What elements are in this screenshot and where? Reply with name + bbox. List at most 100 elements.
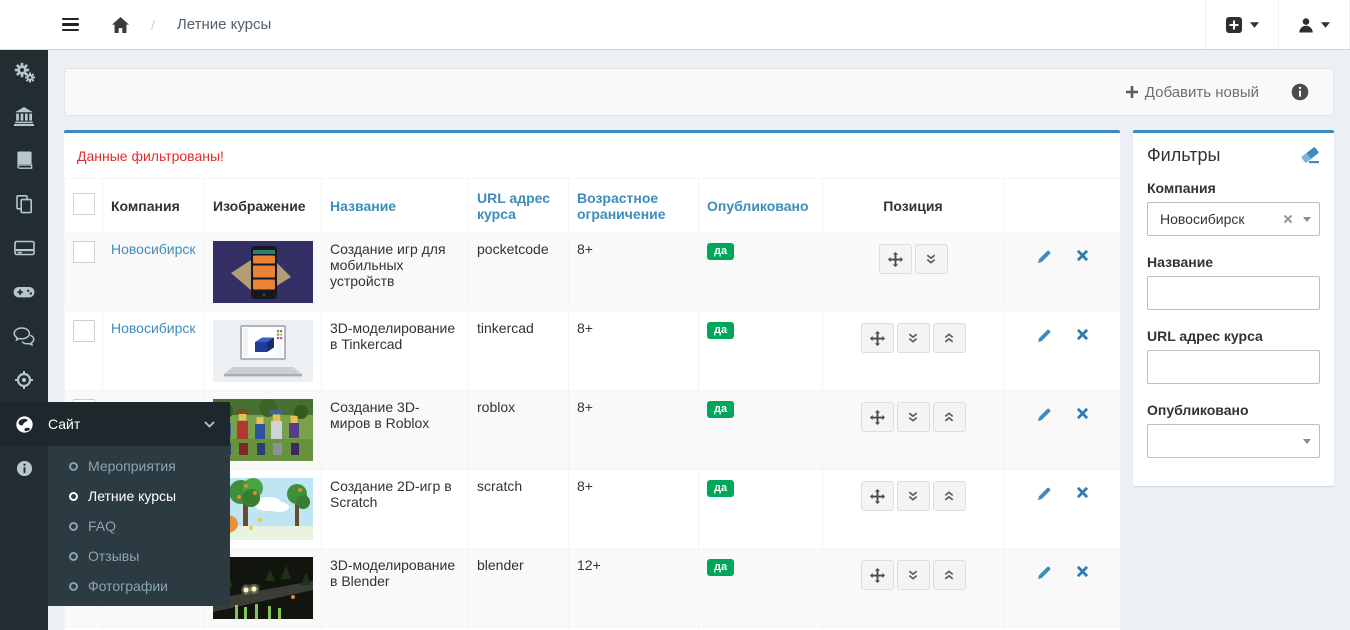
quick-add-dropdown[interactable] bbox=[1205, 0, 1278, 49]
delete-button[interactable] bbox=[1076, 407, 1089, 423]
sidebar-item-cogs[interactable] bbox=[0, 50, 48, 94]
edit-button[interactable] bbox=[1036, 249, 1052, 265]
column-title-sort[interactable]: Название bbox=[322, 179, 469, 233]
company-link[interactable]: Новосибирск bbox=[111, 241, 196, 257]
sidebar-toggle-button[interactable] bbox=[48, 0, 92, 49]
sidebar-item-credit-card[interactable] bbox=[0, 226, 48, 270]
row-checkbox[interactable] bbox=[73, 241, 95, 263]
column-actions bbox=[1004, 179, 1121, 233]
circle-icon bbox=[69, 492, 78, 501]
course-age: 8+ bbox=[569, 470, 699, 549]
info-button[interactable] bbox=[1291, 83, 1309, 101]
circle-icon bbox=[69, 582, 78, 591]
comments-icon bbox=[13, 327, 35, 346]
move-up-button[interactable] bbox=[933, 481, 966, 511]
move-up-button[interactable] bbox=[933, 323, 966, 353]
row-checkbox[interactable] bbox=[73, 320, 95, 342]
published-badge: да bbox=[707, 243, 734, 260]
course-url: pocketcode bbox=[469, 233, 569, 312]
course-title: Создание 3D-миров в Roblox bbox=[322, 391, 469, 470]
column-published-sort[interactable]: Опубликовано bbox=[699, 179, 823, 233]
move-down-button[interactable] bbox=[897, 481, 930, 511]
delete-button[interactable] bbox=[1076, 486, 1089, 502]
column-image: Изображение bbox=[205, 179, 322, 233]
submenu-item-faq[interactable]: FAQ bbox=[48, 511, 230, 541]
move-button[interactable] bbox=[861, 560, 894, 590]
edit-button[interactable] bbox=[1036, 486, 1052, 502]
cogs-icon bbox=[14, 62, 35, 83]
top-navbar: / Летние курсы bbox=[0, 0, 1350, 50]
move-up-button[interactable] bbox=[933, 560, 966, 590]
delete-button[interactable] bbox=[1076, 565, 1089, 581]
sidebar-item-info[interactable] bbox=[0, 446, 48, 490]
filter-name-input[interactable] bbox=[1156, 277, 1311, 309]
filter-published-select[interactable] bbox=[1147, 424, 1320, 458]
hamburger-icon bbox=[62, 18, 79, 21]
submenu-item-events[interactable]: Мероприятия bbox=[48, 451, 230, 481]
filter-url-label: URL адрес курса bbox=[1147, 328, 1320, 344]
clear-selection-icon[interactable] bbox=[1283, 212, 1293, 227]
filter-company-value: Новосибирск bbox=[1156, 211, 1283, 227]
course-url: roblox bbox=[469, 391, 569, 470]
move-button[interactable] bbox=[861, 402, 894, 432]
edit-button[interactable] bbox=[1036, 328, 1052, 344]
column-url-sort[interactable]: URL адрес курса bbox=[469, 179, 569, 233]
company-link[interactable]: Новосибирск bbox=[111, 320, 196, 336]
course-age: 12+ bbox=[569, 549, 699, 628]
published-badge: да bbox=[707, 480, 734, 497]
course-url: blender bbox=[469, 549, 569, 628]
sidebar-item-copy[interactable] bbox=[0, 182, 48, 226]
sidebar-item-comments[interactable] bbox=[0, 314, 48, 358]
sidebar-item-site[interactable]: Сайт bbox=[0, 402, 230, 446]
sidebar-item-gamepad[interactable] bbox=[0, 270, 48, 314]
select-all-checkbox[interactable] bbox=[73, 193, 95, 215]
submenu-item-summer-courses[interactable]: Летние курсы bbox=[48, 481, 230, 511]
move-button[interactable] bbox=[879, 244, 912, 274]
move-down-button[interactable] bbox=[897, 560, 930, 590]
sidebar-item-bank[interactable] bbox=[0, 94, 48, 138]
move-down-button[interactable] bbox=[897, 323, 930, 353]
column-age-sort[interactable]: Возрастное ограничение bbox=[569, 179, 699, 233]
tinkercad-course-image bbox=[213, 320, 313, 382]
copy-icon bbox=[14, 194, 34, 214]
home-icon[interactable] bbox=[112, 17, 129, 33]
user-icon bbox=[1298, 17, 1314, 33]
course-title: 3D-моделирование в Tinkercad bbox=[322, 312, 469, 391]
submenu-item-photos[interactable]: Фотографии bbox=[48, 571, 230, 601]
globe-icon bbox=[0, 415, 48, 434]
sidebar-item-book[interactable] bbox=[0, 138, 48, 182]
course-age: 8+ bbox=[569, 233, 699, 312]
gamepad-icon bbox=[13, 284, 35, 300]
caret-down-icon bbox=[1321, 22, 1330, 28]
eraser-icon[interactable] bbox=[1300, 146, 1320, 165]
move-down-button[interactable] bbox=[897, 402, 930, 432]
helm-icon bbox=[14, 370, 34, 390]
submenu-item-reviews[interactable]: Отзывы bbox=[48, 541, 230, 571]
admin-page: / Летние курсы bbox=[0, 0, 1350, 630]
info-circle-icon bbox=[16, 460, 33, 477]
add-new-button[interactable]: Добавить новый bbox=[1126, 84, 1259, 101]
move-button[interactable] bbox=[861, 481, 894, 511]
filters-panel: Фильтры Компания Новосибирск Название UR… bbox=[1133, 130, 1334, 486]
edit-button[interactable] bbox=[1036, 407, 1052, 423]
sidebar-item-helm[interactable] bbox=[0, 358, 48, 402]
course-age: 8+ bbox=[569, 312, 699, 391]
move-button[interactable] bbox=[861, 323, 894, 353]
delete-button[interactable] bbox=[1076, 328, 1089, 344]
column-company: Компания bbox=[103, 179, 205, 233]
filter-company-label: Компания bbox=[1147, 180, 1320, 196]
left-sidebar bbox=[0, 50, 48, 630]
delete-button[interactable] bbox=[1076, 249, 1089, 265]
move-up-button[interactable] bbox=[933, 402, 966, 432]
move-down-button[interactable] bbox=[915, 244, 948, 274]
edit-button[interactable] bbox=[1036, 565, 1052, 581]
plus-icon bbox=[1126, 86, 1138, 98]
course-title: Создание игр для мобильных устройств bbox=[322, 233, 469, 312]
filters-title: Фильтры bbox=[1147, 145, 1220, 166]
published-badge: да bbox=[707, 322, 734, 339]
sidebar-site-label: Сайт bbox=[48, 416, 204, 432]
filter-url-input[interactable] bbox=[1156, 351, 1311, 383]
filter-company-select[interactable]: Новосибирск bbox=[1147, 202, 1320, 236]
user-dropdown[interactable] bbox=[1278, 0, 1350, 49]
breadcrumb-current: Летние курсы bbox=[177, 16, 271, 33]
